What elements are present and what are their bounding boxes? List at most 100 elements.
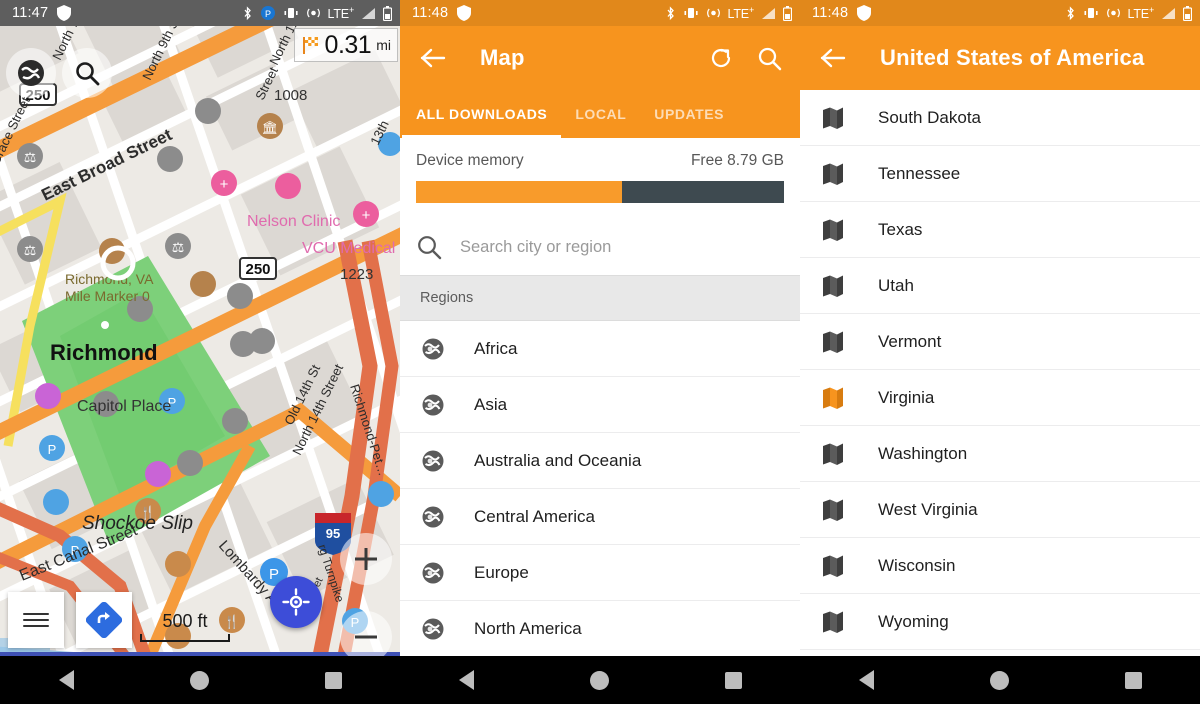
globe-icon	[422, 506, 444, 527]
distance-badge: 0.31 mi	[293, 28, 398, 62]
back-triangle-icon	[859, 670, 875, 690]
list-item[interactable]: Utah	[800, 258, 1200, 314]
svg-text:P: P	[269, 566, 279, 583]
globe-icon	[422, 394, 444, 415]
search-icon	[758, 47, 781, 70]
list-item[interactable]: Virginia	[800, 370, 1200, 426]
nav-back-button[interactable]	[37, 660, 97, 700]
search-button[interactable]	[754, 43, 784, 73]
globe-icon	[422, 562, 444, 583]
list-item-label: Texas	[878, 219, 923, 239]
scale-line	[140, 634, 230, 642]
svg-text:⚖: ⚖	[24, 242, 37, 258]
zoom-out-button[interactable]	[340, 611, 392, 656]
list-item[interactable]: Wyoming	[800, 594, 1200, 650]
nav-back-button[interactable]	[837, 660, 897, 700]
globe-icon	[422, 450, 444, 471]
list-item[interactable]: Australia and Oceania	[400, 433, 800, 489]
list-item[interactable]: Wisconsin	[800, 538, 1200, 594]
list-item[interactable]: Vermont	[800, 314, 1200, 370]
status-icons: P LTE+	[242, 5, 392, 21]
tab-all-downloads[interactable]: ALL DOWNLOADS	[402, 90, 562, 138]
recents-square-icon	[1124, 671, 1142, 689]
shield-icon	[57, 5, 72, 21]
status-time: 11:48	[812, 5, 849, 21]
globe-icon-wrap	[420, 617, 446, 641]
page-title: United States of America	[880, 45, 1145, 70]
recents-square-icon	[724, 671, 742, 689]
list-item[interactable]: Asia	[400, 377, 800, 433]
list-item[interactable]: Washington	[800, 426, 1200, 482]
map-icon-wrap	[820, 386, 846, 410]
nav-recents-button[interactable]	[303, 660, 363, 700]
back-triangle-icon	[459, 670, 475, 690]
list-item[interactable]: North America	[400, 601, 800, 657]
network-label: LTE+	[1127, 4, 1155, 22]
start-navigation-button[interactable]	[76, 592, 132, 648]
map-icon-wrap	[820, 218, 846, 242]
search-icon	[76, 62, 100, 86]
status-icons: LTE+	[1065, 5, 1192, 21]
nav-home-button[interactable]	[970, 660, 1030, 700]
zoom-in-button[interactable]	[340, 533, 392, 585]
signal-icon	[362, 7, 375, 19]
list-item[interactable]: Europe	[400, 545, 800, 601]
hotspot-icon	[706, 8, 720, 18]
map-icon-wrap	[820, 498, 846, 522]
map-icon-wrap	[820, 610, 846, 634]
hotspot-icon	[306, 8, 320, 18]
status-icons: LTE+	[665, 5, 792, 21]
list-item[interactable]: Texas	[800, 202, 1200, 258]
back-button[interactable]	[416, 41, 450, 75]
regions-section-header: Regions	[400, 275, 800, 321]
location-pin-icon: P	[260, 6, 275, 20]
globe-icon-wrap	[420, 449, 446, 473]
vibrate-icon	[1084, 8, 1098, 18]
app-bar-downloads: Map ALL DOWNLOADS LOCAL UPDATES	[400, 26, 800, 138]
hotspot-icon	[1106, 8, 1120, 18]
back-button[interactable]	[816, 41, 850, 75]
svg-text:P: P	[48, 442, 57, 457]
list-item-label: Europe	[474, 562, 529, 582]
refresh-button[interactable]	[706, 43, 736, 73]
memory-progress-bar	[416, 181, 784, 203]
globe-icon	[18, 60, 44, 86]
back-arrow-icon	[420, 48, 446, 68]
map-icon-wrap	[820, 162, 846, 186]
vibrate-icon	[684, 8, 698, 18]
list-item[interactable]: South Dakota	[800, 90, 1200, 146]
nav-recents-button[interactable]	[1103, 660, 1163, 700]
svg-text:1223: 1223	[340, 266, 373, 283]
vibrate-icon	[284, 8, 298, 18]
map-icon-wrap	[820, 274, 846, 298]
list-item[interactable]: Africa	[400, 321, 800, 377]
states-list: South Dakota Tennessee Texas Utah Vermont Vir…	[800, 90, 1200, 650]
nav-home-button[interactable]	[570, 660, 630, 700]
svg-text:+: +	[362, 207, 371, 224]
my-location-icon	[282, 588, 310, 616]
nav-home-button[interactable]	[170, 660, 230, 700]
list-item[interactable]: West Virginia	[800, 482, 1200, 538]
svg-text:+: +	[220, 176, 229, 193]
list-item[interactable]: Central America	[400, 489, 800, 545]
regions-list: Africa Asia Australia and Oceania Central A…	[400, 321, 800, 657]
app-bar-actions	[706, 43, 784, 73]
tab-local[interactable]: LOCAL	[561, 90, 640, 138]
list-item[interactable]: Tennessee	[800, 146, 1200, 202]
map-menu-button[interactable]	[8, 592, 64, 648]
nav-back-button[interactable]	[437, 660, 497, 700]
nav-recents-button[interactable]	[703, 660, 763, 700]
map-layers-button[interactable]	[6, 48, 56, 98]
my-location-button[interactable]	[270, 576, 322, 628]
globe-icon-wrap	[420, 505, 446, 529]
tab-updates[interactable]: UPDATES	[640, 90, 738, 138]
svg-text:🏛: 🏛	[262, 120, 279, 135]
search-field[interactable]: Search city or region	[400, 219, 800, 275]
list-item-label: Vermont	[878, 331, 942, 351]
status-time: 11:47	[12, 5, 49, 21]
bluetooth-icon	[1067, 5, 1074, 20]
memory-labels: Device memory Free 8.79 GB	[416, 152, 784, 170]
list-item-label: West Virginia	[878, 499, 978, 519]
map-search-button[interactable]	[62, 48, 112, 98]
map-canvas[interactable]: ⚖ ⚖ ⚖ 🏛 + + P P P 🍴 🍴 P 250 95 East Broa…	[0, 26, 400, 656]
